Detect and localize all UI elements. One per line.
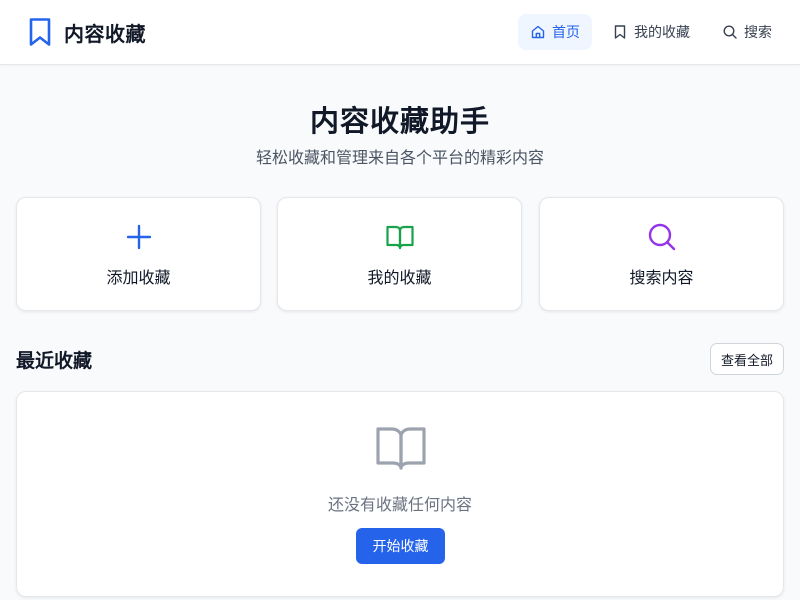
add-favorite-label: 添加收藏	[106, 268, 171, 287]
page-subtitle: 轻松收藏和管理来自各个平台的精彩内容	[255, 148, 544, 167]
page-title: 内容收藏助手	[309, 104, 490, 138]
my-favorites-card[interactable]: 我的收藏	[277, 197, 522, 311]
search-icon	[648, 223, 676, 251]
nav-search[interactable]: 搜索	[710, 14, 784, 50]
search-content-card[interactable]: 搜索内容	[539, 197, 784, 311]
add-favorite-card[interactable]: 添加收藏	[16, 197, 261, 311]
bookmark-icon	[614, 25, 626, 39]
search-content-label: 搜索内容	[629, 268, 694, 287]
brand[interactable]: 内容收藏	[28, 17, 146, 47]
book-open-icon	[376, 427, 426, 470]
view-all-button[interactable]: 查看全部	[710, 343, 784, 375]
plus-icon	[126, 224, 152, 250]
my-favorites-label: 我的收藏	[367, 268, 432, 287]
home-icon	[531, 25, 545, 39]
search-icon	[723, 25, 737, 39]
nav-search-label: 搜索	[744, 25, 772, 41]
brand-title: 内容收藏	[64, 21, 146, 46]
nav-my-favorites-label: 我的收藏	[634, 25, 690, 41]
recent-favorites-title: 最近收藏	[16, 350, 93, 372]
main-nav: 首页 我的收藏 搜索	[518, 14, 784, 50]
bookmark-icon	[29, 18, 51, 46]
top-navbar: 内容收藏 首页 我的收藏 搜索	[0, 0, 800, 65]
book-open-icon	[386, 225, 414, 250]
start-collecting-button[interactable]: 开始收藏	[356, 528, 445, 564]
nav-my-favorites[interactable]: 我的收藏	[600, 14, 702, 50]
nav-home-label: 首页	[552, 25, 580, 41]
recent-favorites-empty-state: 还没有收藏任何内容 开始收藏	[16, 391, 784, 597]
nav-home[interactable]: 首页	[518, 14, 592, 50]
empty-state-text: 还没有收藏任何内容	[327, 495, 472, 514]
